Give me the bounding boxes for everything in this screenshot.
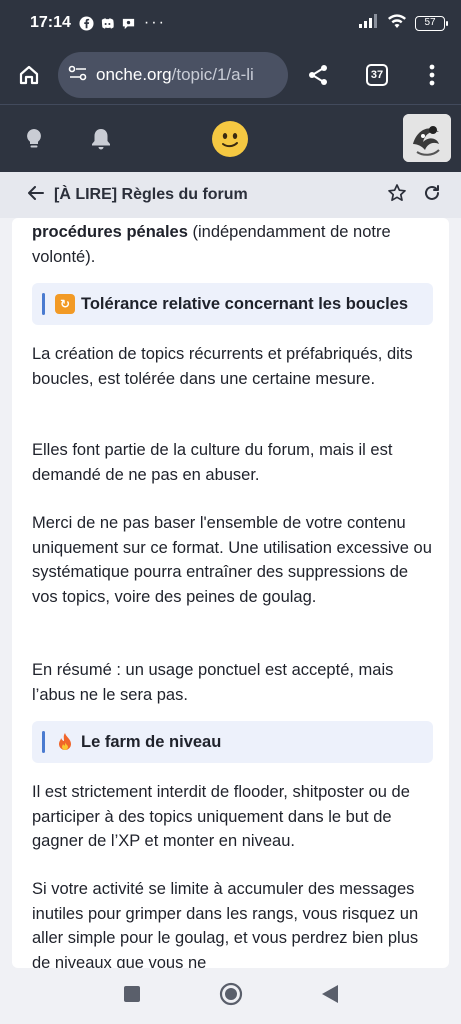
signal-icon bbox=[359, 13, 379, 33]
paragraph-3: Merci de ne pas baser l'ensemble de votr… bbox=[32, 514, 432, 606]
url-bar[interactable]: onche.org/topic/1/a-li bbox=[58, 52, 288, 98]
paragraph-6: Si votre activité se limite à accumuler … bbox=[32, 880, 419, 968]
url-path: /topic/1/a-li bbox=[171, 65, 254, 84]
tabs-button[interactable]: 37 bbox=[360, 58, 394, 92]
heading-farm-text: Le farm de niveau bbox=[81, 732, 222, 751]
share-icon[interactable] bbox=[301, 58, 335, 92]
topic-bar: [À LIRE] Règles du forum bbox=[0, 172, 461, 218]
section-heading-farm: Le farm de niveau bbox=[32, 721, 433, 763]
paragraph-5: Il est strictement interdit de flooder, … bbox=[32, 783, 410, 850]
star-icon[interactable] bbox=[387, 183, 407, 208]
paragraph-2: Elles font partie de la culture du forum… bbox=[32, 441, 393, 484]
lightbulb-icon[interactable] bbox=[22, 127, 46, 151]
discord-icon bbox=[100, 16, 115, 31]
user-avatar[interactable] bbox=[403, 114, 451, 162]
back-triangle-icon[interactable] bbox=[321, 984, 339, 1009]
intro-paragraph: procédures pénales (indépendamment de no… bbox=[32, 220, 432, 269]
paragraph-4: En résumé : un usage ponctuel est accept… bbox=[32, 661, 394, 704]
paragraph-1: La création de topics récurrents et préf… bbox=[32, 345, 413, 388]
post-content: procédures pénales (indépendamment de no… bbox=[12, 218, 449, 968]
recents-icon[interactable] bbox=[123, 985, 141, 1008]
home-icon[interactable] bbox=[12, 58, 46, 92]
repeat-icon: ↻ bbox=[55, 294, 75, 314]
refresh-icon[interactable] bbox=[423, 184, 441, 207]
site-settings-icon[interactable] bbox=[68, 65, 88, 86]
more-notifications-icon: ··· bbox=[143, 14, 166, 31]
site-header bbox=[0, 105, 461, 172]
section-heading-loops: ↻ Tolérance relative concernant les bouc… bbox=[32, 283, 433, 325]
back-arrow-icon[interactable] bbox=[28, 185, 44, 205]
url-text: onche.org/topic/1/a-li bbox=[96, 65, 254, 85]
home-circle-icon[interactable] bbox=[219, 982, 243, 1011]
battery-icon: 57 bbox=[415, 15, 448, 31]
smiley-logo[interactable] bbox=[212, 121, 248, 157]
status-bar: 17:14 ··· 57 bbox=[0, 0, 461, 46]
status-time: 17:14 bbox=[30, 14, 71, 31]
android-nav-bar bbox=[0, 968, 461, 1024]
tab-count: 37 bbox=[366, 64, 388, 86]
facebook-icon bbox=[79, 15, 94, 31]
url-domain: onche.org bbox=[96, 65, 172, 84]
fire-icon bbox=[55, 732, 75, 752]
more-icon[interactable] bbox=[415, 58, 449, 92]
heading-loops-text: Tolérance relative concernant les boucle… bbox=[81, 294, 409, 313]
browser-toolbar: onche.org/topic/1/a-li 37 bbox=[0, 46, 461, 104]
heading-accent-bar bbox=[42, 731, 45, 753]
chat-icon bbox=[121, 16, 136, 31]
wifi-icon bbox=[387, 13, 407, 34]
bell-icon[interactable] bbox=[89, 127, 113, 151]
topic-title: [À LIRE] Règles du forum bbox=[54, 186, 248, 203]
heading-accent-bar bbox=[42, 293, 45, 315]
intro-bold: procédures pénales bbox=[32, 223, 188, 241]
